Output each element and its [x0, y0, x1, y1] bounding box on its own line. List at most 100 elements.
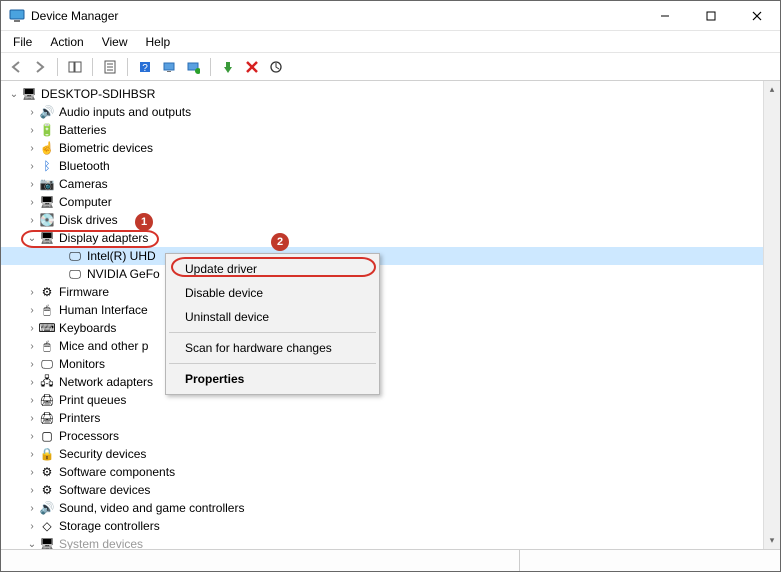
- tree-category[interactable]: 📷Cameras: [1, 175, 780, 193]
- tree-device[interactable]: 🖵Intel(R) UHD: [1, 247, 780, 265]
- minimize-button[interactable]: [642, 1, 688, 31]
- statusbar: [1, 549, 780, 571]
- menu-view[interactable]: View: [94, 33, 136, 51]
- device-category-icon: 🔊: [39, 104, 55, 120]
- toolbar-sep: [57, 58, 58, 76]
- forward-button[interactable]: [29, 56, 51, 78]
- uninstall-device-button[interactable]: [241, 56, 263, 78]
- chevron-icon[interactable]: [25, 539, 39, 550]
- tree-item-label: Bluetooth: [59, 159, 110, 173]
- scrollbar[interactable]: ▴ ▾: [763, 81, 780, 549]
- device-category-icon: 🔊: [39, 500, 55, 516]
- chevron-icon[interactable]: [25, 143, 39, 154]
- tree-category[interactable]: 🖥 Display adapters: [1, 229, 780, 247]
- tree-category[interactable]: 🖨Printers: [1, 409, 780, 427]
- device-category-icon: 🖥: [21, 86, 37, 102]
- chevron-icon[interactable]: [25, 305, 39, 316]
- device-category-icon: 🖵: [67, 266, 83, 282]
- update-driver-button[interactable]: [182, 56, 204, 78]
- chevron-icon[interactable]: [7, 89, 21, 100]
- chevron-icon[interactable]: [25, 359, 39, 370]
- context-menu-item[interactable]: Update driver: [169, 257, 376, 281]
- device-category-icon: 🖥: [39, 536, 55, 549]
- tree-item-label: Software components: [59, 465, 175, 479]
- scroll-up-button[interactable]: ▴: [764, 81, 780, 98]
- device-tree[interactable]: 🖥DESKTOP-SDIHBSR🔊Audio inputs and output…: [1, 81, 780, 549]
- scan-hardware-button[interactable]: [158, 56, 180, 78]
- help-button[interactable]: ?: [134, 56, 156, 78]
- tree-category[interactable]: 🔋Batteries: [1, 121, 780, 139]
- chevron-icon[interactable]: [25, 395, 39, 406]
- device-category-icon: 🖨: [39, 392, 55, 408]
- chevron-icon[interactable]: [25, 413, 39, 424]
- tree-category[interactable]: 🔊Sound, video and game controllers: [1, 499, 780, 517]
- titlebar: Device Manager: [1, 1, 780, 31]
- tree-category[interactable]: 🖧Network adapters: [1, 373, 780, 391]
- chevron-icon[interactable]: [25, 467, 39, 478]
- device-category-icon: 🖱: [39, 302, 55, 318]
- device-category-icon: 💽: [39, 212, 55, 228]
- chevron-icon[interactable]: [25, 323, 39, 334]
- tree-category[interactable]: ◇Storage controllers: [1, 517, 780, 535]
- tree-category[interactable]: 🖥Computer: [1, 193, 780, 211]
- tree-category[interactable]: 🖨Print queues: [1, 391, 780, 409]
- context-menu-item[interactable]: Disable device: [169, 281, 376, 305]
- chevron-icon[interactable]: [25, 107, 39, 118]
- chevron-icon[interactable]: [25, 449, 39, 460]
- chevron-icon[interactable]: [25, 125, 39, 136]
- chevron-icon[interactable]: [25, 179, 39, 190]
- tree-category[interactable]: ⚙Software components: [1, 463, 780, 481]
- device-category-icon: 🔒: [39, 446, 55, 462]
- device-category-icon: ☝: [39, 140, 55, 156]
- tree-item-label: NVIDIA GeFo: [87, 267, 160, 281]
- tree-category[interactable]: 🖱Mice and other p: [1, 337, 780, 355]
- enable-device-button[interactable]: [217, 56, 239, 78]
- chevron-icon[interactable]: [25, 503, 39, 514]
- tree-root[interactable]: 🖥DESKTOP-SDIHBSR: [1, 85, 780, 103]
- svg-text:?: ?: [142, 63, 148, 74]
- scan-changes-button[interactable]: [265, 56, 287, 78]
- tree-category[interactable]: 🔊Audio inputs and outputs: [1, 103, 780, 121]
- context-menu-item[interactable]: Properties: [169, 367, 376, 391]
- tree-category[interactable]: ⚙Firmware: [1, 283, 780, 301]
- show-hide-tree-button[interactable]: [64, 56, 86, 78]
- tree-category[interactable]: 🖱 Human Interface: [1, 301, 780, 319]
- tree-category[interactable]: ▢Processors: [1, 427, 780, 445]
- menu-file[interactable]: File: [5, 33, 40, 51]
- chevron-icon[interactable]: [25, 233, 39, 244]
- tree-item-label: Computer: [59, 195, 112, 209]
- context-menu-item[interactable]: Scan for hardware changes: [169, 336, 376, 360]
- chevron-icon[interactable]: [25, 287, 39, 298]
- chevron-icon[interactable]: [25, 341, 39, 352]
- close-button[interactable]: [734, 1, 780, 31]
- tree-item-label: Disk drives: [59, 213, 118, 227]
- device-category-icon: 🖥: [39, 230, 55, 246]
- device-category-icon: 🖵: [39, 356, 55, 372]
- tree-item-label: Human Interface: [59, 303, 148, 317]
- tree-item-label: Display adapters: [59, 231, 148, 245]
- chevron-icon[interactable]: [25, 521, 39, 532]
- chevron-icon[interactable]: [25, 215, 39, 226]
- scroll-down-button[interactable]: ▾: [764, 532, 780, 549]
- tree-device[interactable]: 🖵 NVIDIA GeFo: [1, 265, 780, 283]
- device-category-icon: 🔋: [39, 122, 55, 138]
- chevron-icon[interactable]: [25, 197, 39, 208]
- menu-help[interactable]: Help: [138, 33, 179, 51]
- chevron-icon[interactable]: [25, 431, 39, 442]
- tree-category[interactable]: ☝Biometric devices: [1, 139, 780, 157]
- tree-category[interactable]: 💽 Disk drives: [1, 211, 780, 229]
- maximize-button[interactable]: [688, 1, 734, 31]
- chevron-icon[interactable]: [25, 485, 39, 496]
- tree-category[interactable]: 🔒Security devices: [1, 445, 780, 463]
- tree-category[interactable]: ⚙Software devices: [1, 481, 780, 499]
- tree-category[interactable]: ⌨Keyboards: [1, 319, 780, 337]
- menu-action[interactable]: Action: [42, 33, 91, 51]
- tree-category[interactable]: ᛒBluetooth: [1, 157, 780, 175]
- tree-category[interactable]: 🖥System devices: [1, 535, 780, 549]
- chevron-icon[interactable]: [25, 377, 39, 388]
- back-button[interactable]: [5, 56, 27, 78]
- context-menu-item[interactable]: Uninstall device: [169, 305, 376, 329]
- chevron-icon[interactable]: [25, 161, 39, 172]
- properties-button[interactable]: [99, 56, 121, 78]
- tree-category[interactable]: 🖵Monitors: [1, 355, 780, 373]
